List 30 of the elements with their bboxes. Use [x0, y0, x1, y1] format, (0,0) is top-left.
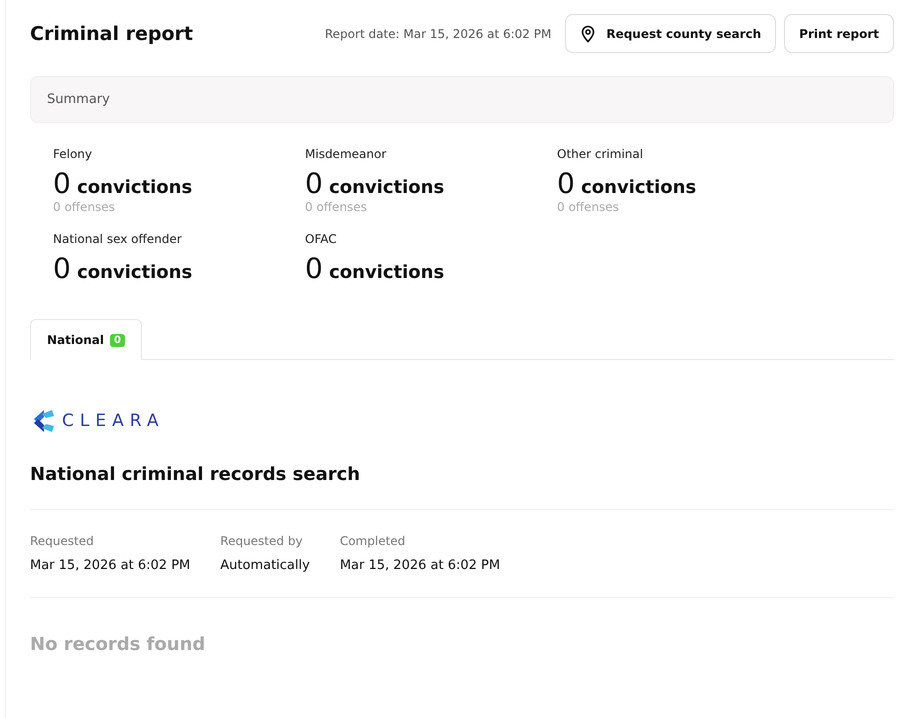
detail-value: Mar 15, 2026 at 6:02 PM — [340, 558, 500, 573]
stat-label: OFAC — [305, 232, 338, 246]
print-report-button[interactable]: Print report — [784, 14, 894, 53]
detail-label: Requested — [30, 534, 95, 548]
location-pin-icon — [580, 24, 596, 42]
no-records-message: No records found — [30, 634, 206, 655]
report-date: Report date: Mar 15, 2026 at 6:02 PM — [324, 26, 552, 40]
count-badge: 0 — [110, 334, 125, 346]
stat-label: Felony — [53, 147, 94, 161]
offense-count: 0 offenses — [557, 200, 620, 214]
request-county-search-button[interactable]: Request county search — [565, 14, 776, 53]
offense-count: 0 offenses — [53, 200, 116, 214]
stat-label: Misdemeanor — [305, 147, 388, 161]
provider-logo-text: CLEARA — [62, 411, 164, 431]
detail-value: Mar 15, 2026 at 6:02 PM — [30, 558, 190, 573]
stat-label: Other criminal — [557, 147, 644, 161]
summary-label: Summary — [47, 92, 110, 107]
detail-label: Requested by — [220, 534, 304, 548]
detail-value: Automatically — [220, 558, 310, 573]
offense-count: 0 offenses — [305, 200, 368, 214]
conviction-count: 0 convictions — [53, 252, 194, 285]
page-title: Criminal report — [30, 22, 193, 44]
conviction-count: 0 convictions — [305, 167, 446, 200]
stat-label: National sex offender — [53, 232, 183, 246]
search-title: National criminal records search — [30, 464, 362, 485]
detail-label: Completed — [340, 534, 406, 548]
national-tab[interactable]: National 0 — [30, 319, 142, 360]
conviction-count: 0 convictions — [53, 167, 194, 200]
conviction-count: 0 convictions — [557, 167, 698, 200]
conviction-count: 0 convictions — [305, 252, 446, 285]
